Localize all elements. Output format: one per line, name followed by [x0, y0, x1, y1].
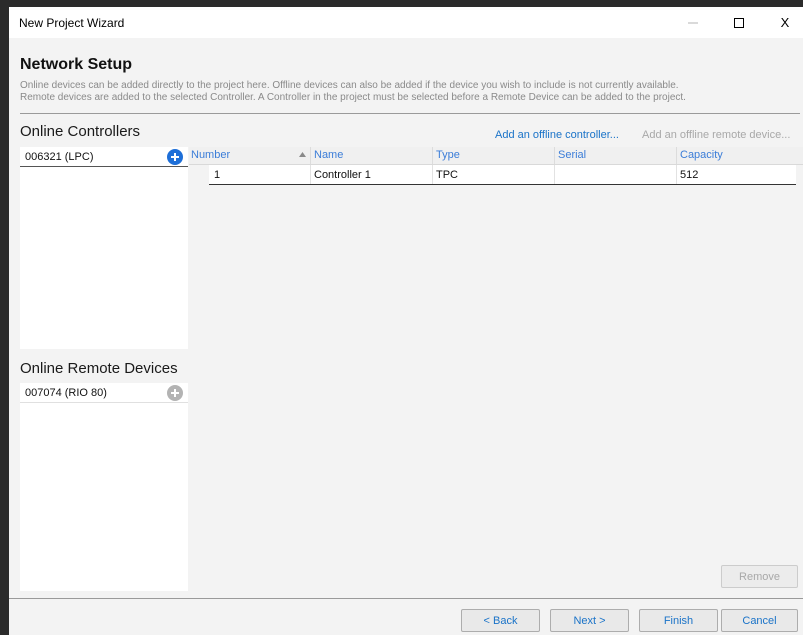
cell-divider	[310, 165, 311, 184]
column-header-serial[interactable]: Serial	[558, 149, 586, 161]
minimize-icon	[688, 22, 698, 23]
header-divider	[20, 113, 800, 114]
description-line-1: Online devices can be added directly to …	[20, 80, 679, 91]
title-bar: New Project Wizard X	[9, 7, 803, 38]
cell-divider	[554, 165, 555, 184]
column-divider	[676, 147, 677, 164]
cell-number: 1	[214, 169, 221, 181]
new-project-wizard-window: New Project Wizard X Network Setup Onlin…	[9, 7, 803, 635]
column-divider	[310, 147, 311, 164]
add-circle-icon[interactable]	[167, 149, 183, 165]
footer-divider	[9, 598, 803, 599]
wizard-content: Network Setup Online devices can be adde…	[9, 38, 803, 635]
table-row[interactable]: 1 Controller 1 TPC 512	[209, 165, 796, 185]
cell-divider	[432, 165, 433, 184]
page-description: Online devices can be added directly to …	[20, 80, 800, 104]
online-remote-devices-list[interactable]: 007074 (RIO 80)	[20, 383, 188, 591]
column-header-type[interactable]: Type	[436, 149, 460, 161]
remote-device-label: 007074 (RIO 80)	[25, 387, 107, 399]
column-header-capacity[interactable]: Capacity	[680, 149, 723, 161]
minimize-button[interactable]	[670, 7, 716, 38]
column-divider	[432, 147, 433, 164]
window-title: New Project Wizard	[19, 16, 125, 30]
back-button[interactable]: < Back	[461, 609, 540, 632]
cell-capacity: 512	[680, 169, 699, 181]
sort-ascending-icon	[299, 152, 306, 157]
next-button[interactable]: Next >	[550, 609, 629, 632]
cell-type: TPC	[436, 169, 458, 181]
list-item[interactable]: 007074 (RIO 80)	[20, 383, 188, 403]
remove-button[interactable]: Remove	[721, 565, 798, 588]
close-button[interactable]: X	[762, 7, 803, 38]
page-title: Network Setup	[20, 56, 133, 73]
list-item[interactable]: 006321 (LPC)	[20, 147, 188, 167]
cancel-button[interactable]: Cancel	[721, 609, 798, 632]
add-offline-remote-device-link[interactable]: Add an offline remote device...	[642, 129, 790, 141]
maximize-button[interactable]	[716, 7, 762, 38]
add-offline-controller-link[interactable]: Add an offline controller...	[495, 129, 619, 141]
maximize-icon	[734, 17, 744, 28]
online-controllers-list[interactable]: 006321 (LPC)	[20, 147, 188, 349]
online-controllers-title: Online Controllers	[20, 123, 141, 140]
cell-name: Controller 1	[314, 169, 371, 181]
controller-label: 006321 (LPC)	[25, 151, 94, 163]
column-header-name[interactable]: Name	[314, 149, 343, 161]
grid-header: Number Name Type Serial Capacity	[189, 147, 803, 165]
devices-grid[interactable]: Number Name Type Serial Capacity 1 Contr…	[189, 147, 803, 557]
description-line-2: Remote devices are added to the selected…	[20, 92, 686, 103]
column-header-number[interactable]: Number	[191, 149, 230, 161]
column-divider	[554, 147, 555, 164]
cell-divider	[676, 165, 677, 184]
finish-button[interactable]: Finish	[639, 609, 718, 632]
close-icon: X	[780, 15, 790, 30]
online-remote-devices-title: Online Remote Devices	[20, 360, 178, 377]
add-circle-icon[interactable]	[167, 385, 183, 401]
